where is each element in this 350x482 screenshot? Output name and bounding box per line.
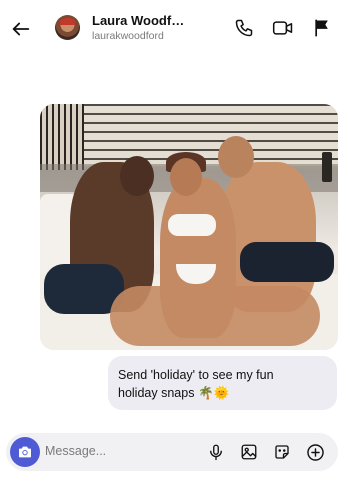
photo-person-center-top <box>168 214 216 236</box>
video-camera-icon <box>272 21 293 35</box>
photo-person-center-head <box>170 158 202 196</box>
sticker-icon <box>275 445 289 459</box>
voice-button[interactable] <box>205 441 227 463</box>
photo-legs <box>110 286 320 346</box>
back-button[interactable] <box>8 16 34 42</box>
arrow-left-icon <box>12 22 30 36</box>
camera-icon <box>19 446 31 458</box>
message-emoji: 🌴🌞 <box>197 386 230 400</box>
message-composer: Message... <box>6 433 338 471</box>
message-text-line2-text: holiday snaps <box>118 386 195 400</box>
plus-circle-icon <box>306 443 324 461</box>
more-button[interactable] <box>304 441 326 463</box>
image-icon <box>241 444 257 460</box>
photo-lamp <box>322 152 332 182</box>
contact-name[interactable]: Laura Woodf… <box>92 13 184 28</box>
photo-person-left-head <box>120 156 154 196</box>
message-input[interactable]: Message... <box>45 444 106 458</box>
contact-username: laurakwoodford <box>92 30 164 42</box>
message-text-line2: holiday snaps 🌴🌞 <box>118 384 327 402</box>
microphone-icon <box>210 444 222 461</box>
camera-button[interactable] <box>10 437 40 467</box>
photo-headboard-slats <box>40 104 84 170</box>
photo-person-right-shorts <box>240 242 334 282</box>
video-call-button[interactable] <box>271 16 295 40</box>
report-button[interactable] <box>310 16 334 40</box>
flag-icon <box>315 19 328 37</box>
message-bubble[interactable]: Send 'holiday' to see my fun holiday sna… <box>108 356 337 410</box>
photo-person-right-head <box>218 136 254 178</box>
phone-icon <box>235 19 253 37</box>
chat-header: Laura Woodf… laurakwoodford <box>0 0 350 56</box>
message-text-line1: Send 'holiday' to see my fun <box>118 368 274 382</box>
sticker-button[interactable] <box>271 441 293 463</box>
avatar[interactable] <box>55 15 80 40</box>
call-button[interactable] <box>232 16 256 40</box>
gallery-button[interactable] <box>238 441 260 463</box>
photo-message[interactable] <box>40 104 338 350</box>
